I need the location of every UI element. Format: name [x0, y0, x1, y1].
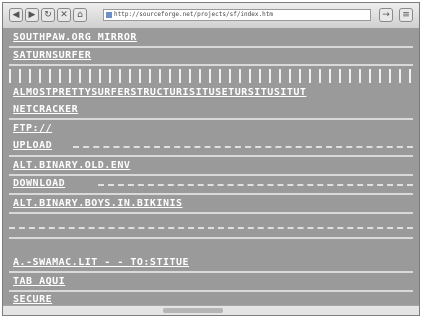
link-swamac[interactable]: A.-SWAMAC.LIT - - TO:STITUE — [13, 256, 189, 269]
separator — [9, 118, 413, 120]
browser-toolbar: ◀ ▶ ↻ ✕ ⌂ http://sourceforge.net/project… — [3, 3, 419, 29]
back-icon[interactable]: ◀ — [9, 8, 23, 22]
link-ftp[interactable]: FTP:// — [13, 122, 52, 135]
horizontal-scrollbar[interactable] — [3, 305, 419, 315]
stop-icon[interactable]: ✕ — [57, 8, 71, 22]
separator — [9, 237, 413, 239]
dash-rule — [73, 146, 413, 148]
separator — [9, 155, 413, 157]
address-url: http://sourceforge.net/projects/sf/index… — [114, 11, 273, 18]
page-icon — [106, 12, 112, 18]
link-upload[interactable]: UPLOAD — [13, 139, 52, 152]
address-bar[interactable]: http://sourceforge.net/projects/sf/index… — [103, 9, 371, 21]
page-content: SOUTHPAW.ORG MIRROR SATURNSURFER ALMOSTP… — [3, 29, 419, 307]
pipe-bar — [9, 69, 413, 83]
home-icon[interactable]: ⌂ — [73, 8, 87, 22]
separator — [9, 64, 413, 66]
separator — [9, 46, 413, 48]
link-alt-binary-boys[interactable]: ALT.BINARY.BOYS.IN.BIKINIS — [13, 197, 183, 210]
dash-rule — [9, 227, 413, 229]
link-long[interactable]: ALMOSTPRETTYSURFERSTRUCTURISITUSETURSITU… — [13, 86, 306, 99]
reload-icon[interactable]: ↻ — [41, 8, 55, 22]
separator — [9, 174, 413, 176]
link-mirror[interactable]: SOUTHPAW.ORG MIRROR — [13, 31, 137, 44]
separator — [9, 193, 413, 195]
link-saturnsurfer[interactable]: SATURNSURFER — [13, 49, 91, 62]
separator — [9, 212, 413, 214]
link-alt-binary-old[interactable]: ALT.BINARY.OLD.ENV — [13, 159, 130, 172]
menu-icon[interactable]: ≡ — [399, 8, 413, 22]
forward-icon[interactable]: ▶ — [25, 8, 39, 22]
separator — [9, 271, 413, 273]
link-download[interactable]: DOWNLOAD — [13, 177, 65, 190]
link-tab-aqui[interactable]: TAB AQUI — [13, 275, 65, 288]
link-netcracker[interactable]: NETCRACKER — [13, 103, 78, 116]
scrollbar-thumb[interactable] — [163, 308, 223, 313]
go-button[interactable]: → — [379, 8, 393, 22]
separator — [9, 290, 413, 292]
browser-window: ◀ ▶ ↻ ✕ ⌂ http://sourceforge.net/project… — [2, 2, 420, 316]
dash-rule — [98, 184, 413, 186]
